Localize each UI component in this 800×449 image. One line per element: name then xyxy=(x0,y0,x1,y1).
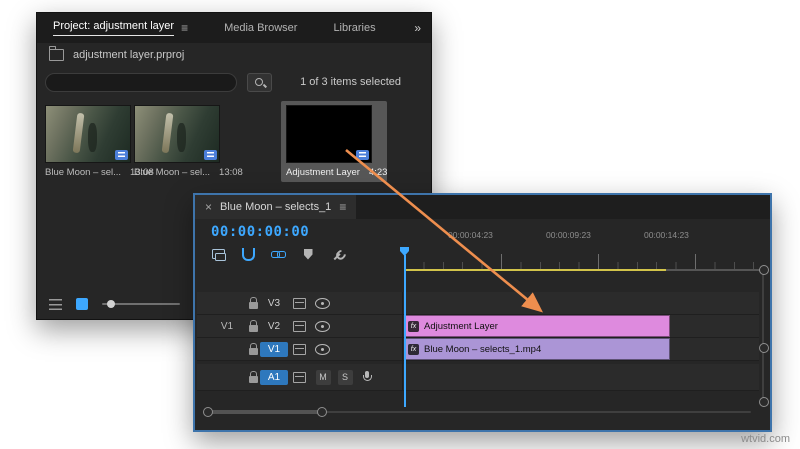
track-name-label: V2 xyxy=(267,320,281,332)
thumbnail-zoom-slider[interactable] xyxy=(102,300,180,308)
mute-label: M xyxy=(315,369,331,385)
zoom-handle-left[interactable] xyxy=(203,407,213,417)
ruler-label: 00:00:14:23 xyxy=(644,230,689,240)
playhead-timecode[interactable]: 00:00:00:00 xyxy=(211,224,309,240)
sync-lock-icon[interactable] xyxy=(291,292,307,314)
track-name-v1[interactable]: V1 xyxy=(260,338,288,360)
track-lock-icon[interactable] xyxy=(245,315,261,337)
project-items-grid: Blue Moon – sel... 13:08 Blue Moon – sel… xyxy=(37,101,431,201)
track-name-label: A1 xyxy=(260,369,288,385)
close-icon[interactable]: × xyxy=(205,201,212,213)
sync-lock-icon[interactable] xyxy=(291,364,307,390)
snap-magnet-icon[interactable] xyxy=(240,246,256,262)
project-item-blue-moon-1[interactable]: Blue Moon – sel... 13:08 xyxy=(45,105,154,178)
clip-thumbnail xyxy=(45,105,131,163)
linked-selection-icon[interactable] xyxy=(270,246,286,262)
timeline-tab-bar: × Blue Moon – selects_1 ≡ xyxy=(195,195,770,219)
item-caption: Blue Moon – sel... 13:08 xyxy=(134,167,243,178)
clip-label: Blue Moon – selects_1.mp4 xyxy=(424,343,542,355)
sync-lock-icon[interactable] xyxy=(291,338,307,360)
work-area-bar-rest xyxy=(666,269,760,271)
item-label: Adjustment Layer xyxy=(286,167,360,178)
item-duration: 4:23 xyxy=(368,167,388,178)
item-label: Blue Moon – sel... xyxy=(45,167,122,178)
breadcrumb: adjustment layer.prproj xyxy=(48,46,185,61)
timeline-panel: × Blue Moon – selects_1 ≡ 00:00:00:00 00… xyxy=(193,193,772,432)
selection-status: 1 of 3 items selected xyxy=(300,76,401,88)
settings-wrench-icon[interactable] xyxy=(330,246,346,262)
subclip-badge-icon xyxy=(204,150,217,160)
timeline-tab[interactable]: × Blue Moon – selects_1 ≡ xyxy=(195,195,357,219)
breadcrumb-label: adjustment layer.prproj xyxy=(73,49,185,61)
vertical-zoom-handle-mid[interactable] xyxy=(759,343,769,353)
tab-media-browser[interactable]: Media Browser xyxy=(224,22,297,34)
tab-overflow-chevron-icon[interactable]: » xyxy=(414,21,421,35)
track-output-eye-icon[interactable] xyxy=(313,338,331,360)
item-duration: 13:08 xyxy=(219,167,243,178)
timeline-toolbar xyxy=(210,245,346,263)
ruler-label: 00:00:09:23 xyxy=(546,230,591,240)
solo-label: S xyxy=(337,369,353,385)
icon-view-icon[interactable] xyxy=(76,298,88,310)
tab-project-label: Project: adjustment layer xyxy=(53,20,175,36)
track-row-v3: V3 xyxy=(197,292,759,315)
panel-menu-icon[interactable]: ≡ xyxy=(181,22,188,34)
source-patch-v1[interactable]: V1 xyxy=(213,315,241,337)
sync-lock-icon[interactable] xyxy=(291,315,307,337)
item-caption: Blue Moon – sel... 13:08 xyxy=(45,167,154,178)
horizontal-scrollbar-thumb[interactable] xyxy=(209,410,321,414)
slider-knob[interactable] xyxy=(107,300,115,308)
fx-badge: fx xyxy=(408,320,419,332)
solo-button[interactable]: S xyxy=(337,364,353,390)
mute-button[interactable]: M xyxy=(315,364,331,390)
fx-badge: fx xyxy=(408,343,419,355)
tab-project[interactable]: Project: adjustment layer ≡ xyxy=(53,20,188,36)
project-item-adjustment-layer[interactable]: Adjustment Layer 4:23 xyxy=(281,101,387,182)
vertical-zoom-handle-top[interactable] xyxy=(759,265,769,275)
track-name-v2[interactable]: V2 xyxy=(261,315,287,337)
find-button[interactable] xyxy=(247,73,272,92)
track-lock-icon[interactable] xyxy=(245,292,261,314)
add-marker-icon[interactable] xyxy=(300,246,316,262)
vertical-zoom-handle-bottom[interactable] xyxy=(759,397,769,407)
time-ruler[interactable] xyxy=(404,243,760,269)
item-caption: Adjustment Layer 4:23 xyxy=(286,167,387,178)
panel-menu-icon[interactable]: ≡ xyxy=(339,201,346,213)
tab-libraries[interactable]: Libraries xyxy=(333,22,375,34)
track-lock-icon[interactable] xyxy=(245,338,261,360)
watermark: wtvid.com xyxy=(741,433,790,445)
work-area-bar xyxy=(404,269,666,271)
adjustment-layer-thumbnail xyxy=(286,105,372,163)
ruler-label: 00:00:04:23 xyxy=(448,230,493,240)
playhead-line xyxy=(404,255,406,407)
nest-toggle-icon[interactable] xyxy=(210,246,226,262)
track-output-eye-icon[interactable] xyxy=(313,315,331,337)
track-lock-icon[interactable] xyxy=(245,364,261,390)
subclip-badge-icon xyxy=(115,150,128,160)
timeline-clip-adjustment-layer[interactable]: fx Adjustment Layer xyxy=(404,315,670,337)
track-name-v3[interactable]: V3 xyxy=(261,292,287,314)
bin-folder-icon[interactable] xyxy=(48,46,64,61)
voiceover-mic-icon[interactable] xyxy=(359,364,375,390)
timeline-clip-blue-moon[interactable]: fx Blue Moon – selects_1.mp4 xyxy=(404,338,670,360)
search-input[interactable] xyxy=(45,73,237,92)
zoom-handle-right[interactable] xyxy=(317,407,327,417)
subclip-badge-icon xyxy=(356,150,369,160)
list-view-icon[interactable] xyxy=(49,298,62,310)
project-tab-bar: Project: adjustment layer ≡ Media Browse… xyxy=(37,13,431,43)
item-label: Blue Moon – sel... xyxy=(134,167,211,178)
timeline-tab-label: Blue Moon – selects_1 xyxy=(220,201,332,213)
track-name-label: V3 xyxy=(267,297,281,309)
track-row-a1: A1 M S xyxy=(197,364,759,391)
track-name-label: V1 xyxy=(260,341,288,357)
project-item-blue-moon-2[interactable]: Blue Moon – sel... 13:08 xyxy=(134,105,243,178)
clip-thumbnail xyxy=(134,105,220,163)
clip-label: Adjustment Layer xyxy=(424,320,498,332)
track-header-divider xyxy=(402,292,403,391)
track-output-eye-icon[interactable] xyxy=(313,292,331,314)
track-name-a1[interactable]: A1 xyxy=(260,364,288,390)
search-icon xyxy=(254,77,265,89)
vertical-scrollbar[interactable] xyxy=(762,267,764,403)
